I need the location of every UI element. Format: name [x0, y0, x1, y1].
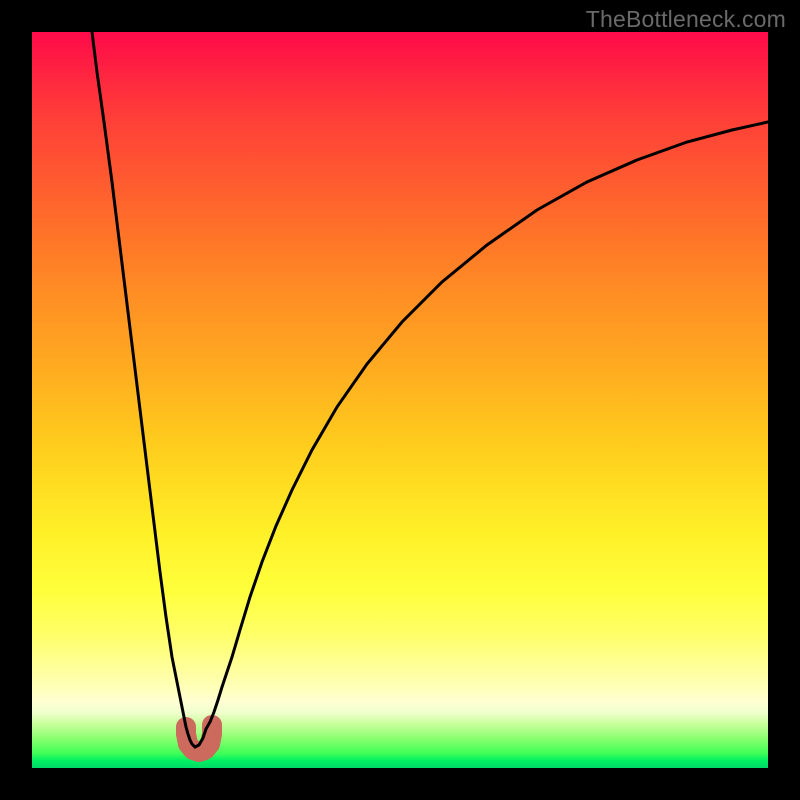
watermark-text: TheBottleneck.com: [586, 6, 786, 33]
plot-area: [32, 32, 768, 768]
chart-frame: TheBottleneck.com: [0, 0, 800, 800]
bottleneck-curve: [92, 32, 768, 747]
curve-layer: [32, 32, 768, 768]
